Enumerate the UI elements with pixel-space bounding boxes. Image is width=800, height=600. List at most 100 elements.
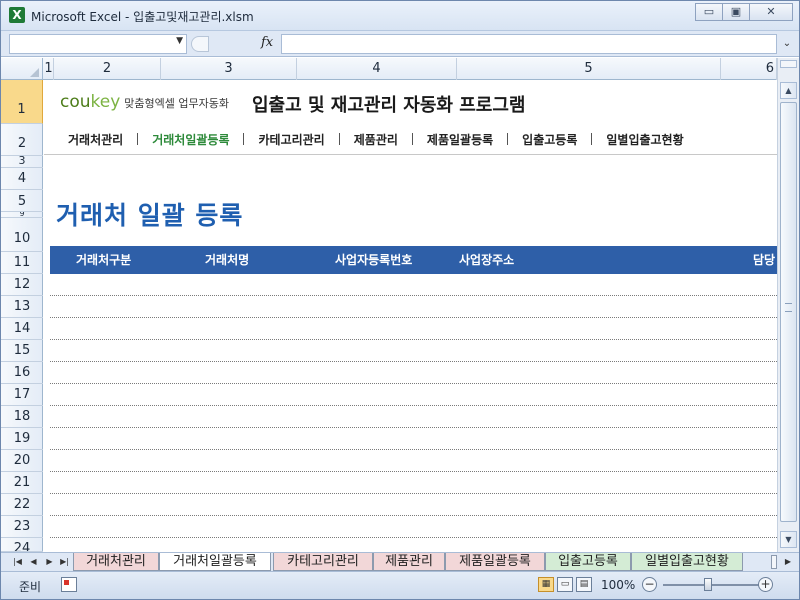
close-button[interactable]: ✕ [749, 3, 793, 21]
menu-category-management[interactable]: 카테고리관리 [258, 131, 324, 148]
column-headers: 1 2 3 4 5 6 [1, 58, 777, 80]
row-header[interactable]: 14 [1, 318, 43, 340]
sheet-tab[interactable]: 입출고등록 [545, 553, 631, 571]
restore-button[interactable]: ▣ [722, 3, 750, 21]
column-header[interactable]: 2 [54, 58, 161, 80]
table-row[interactable] [50, 472, 777, 494]
name-box[interactable]: ▼ [9, 34, 187, 54]
column-header[interactable]: 6 [721, 58, 777, 80]
zoom-slider-thumb[interactable] [704, 578, 712, 591]
row-header[interactable]: 13 [1, 296, 43, 318]
table-row[interactable] [50, 296, 777, 318]
menu-product-management[interactable]: 제품관리 [354, 131, 398, 148]
header-vendor-name[interactable]: 거래처명 [205, 246, 249, 274]
row-header[interactable]: 1 [1, 80, 43, 124]
split-handle[interactable] [780, 60, 797, 68]
table-row[interactable] [50, 318, 777, 340]
menu-separator [243, 133, 245, 145]
normal-view-icon[interactable]: ▦ [538, 577, 554, 592]
row-header[interactable]: 12 [1, 274, 43, 296]
row-header[interactable]: 15 [1, 340, 43, 362]
formula-bar-splitter[interactable] [191, 36, 209, 52]
expand-formula-bar-icon[interactable]: ⌄ [779, 36, 795, 52]
menu-separator [338, 133, 340, 145]
scroll-up-arrow-icon[interactable]: ▲ [780, 82, 797, 99]
row-header[interactable]: 17 [1, 384, 43, 406]
header-vendor-type[interactable]: 거래처구분 [76, 246, 131, 274]
zoom-in-button[interactable]: + [758, 577, 773, 592]
row-header[interactable]: 2 [1, 124, 43, 156]
sheet-tab[interactable]: 거래처관리 [73, 553, 159, 571]
formula-tools: fx [189, 34, 279, 54]
row-header[interactable]: 21 [1, 472, 43, 494]
row-header[interactable]: 10 [1, 218, 43, 252]
sheet-tab[interactable]: 일별입출고현황 [631, 553, 743, 571]
column-header[interactable]: 4 [297, 58, 457, 80]
table-row[interactable] [50, 274, 777, 296]
row-header[interactable]: 22 [1, 494, 43, 516]
last-sheet-icon[interactable]: ▶| [58, 555, 71, 569]
column-header[interactable]: 1 [44, 58, 54, 80]
macro-record-icon[interactable] [61, 577, 77, 592]
sheet-tab[interactable]: 제품관리 [373, 553, 445, 571]
brand-tagline: 맞춤형엑셀 업무자동화 [124, 97, 229, 110]
menu-product-bulk-register[interactable]: 제품일괄등록 [427, 131, 493, 148]
title-bar: X Microsoft Excel - 입출고및재고관리.xlsm ▭ ▣ ✕ [1, 1, 799, 31]
row-header[interactable]: 20 [1, 450, 43, 472]
select-all-corner[interactable] [1, 58, 43, 80]
table-row[interactable] [50, 384, 777, 406]
formula-input[interactable] [281, 34, 777, 54]
sheet-tabs-bar: |◀ ◀ ▶ ▶| 거래처관리 거래처일괄등록 카테고리관리 제품관리 제품일괄… [1, 552, 799, 571]
sheet-tab[interactable]: 카테고리관리 [273, 553, 373, 571]
row-header[interactable]: 18 [1, 406, 43, 428]
coukey-logo: coukey [60, 92, 121, 112]
minimize-button[interactable]: ▭ [695, 3, 723, 21]
column-header[interactable]: 3 [161, 58, 297, 80]
header-contact[interactable]: 담당 [753, 246, 775, 274]
sheet-tab-active[interactable]: 거래처일괄등록 [159, 553, 271, 571]
scroll-down-arrow-icon[interactable]: ▼ [780, 531, 797, 548]
prev-sheet-icon[interactable]: ◀ [27, 555, 40, 569]
row-header[interactable]: 11 [1, 252, 43, 274]
name-box-dropdown-icon[interactable]: ▼ [176, 36, 183, 46]
row-header[interactable]: 19 [1, 428, 43, 450]
excel-app-icon[interactable]: X [9, 7, 25, 23]
sheet-tab[interactable]: 제품일괄등록 [445, 553, 545, 571]
table-row[interactable] [50, 362, 777, 384]
next-sheet-icon[interactable]: ▶ [43, 555, 56, 569]
table-row[interactable] [50, 516, 777, 538]
table-row[interactable] [50, 406, 777, 428]
header-business-address[interactable]: 사업장주소 [459, 246, 514, 274]
page-break-view-icon[interactable]: ▤ [576, 577, 592, 592]
page-layout-view-icon[interactable]: ▭ [557, 577, 573, 592]
row-headers: 1 2 3 4 5 9 10 11 12 13 14 15 16 17 18 1… [1, 80, 43, 552]
tab-scroll-right-icon[interactable]: ▶ [781, 555, 795, 569]
menu-vendor-management[interactable]: 거래처관리 [68, 131, 123, 148]
table-row[interactable] [50, 428, 777, 450]
vertical-scrollbar[interactable]: ▲ ▼ [777, 58, 799, 552]
menu-daily-inout-status[interactable]: 일별입출고현황 [606, 131, 683, 148]
column-header[interactable]: 5 [457, 58, 721, 80]
table-row[interactable] [50, 340, 777, 362]
row-header[interactable]: 24 [1, 538, 43, 552]
menu-separator [411, 133, 413, 145]
worksheet-grid: 1 2 3 4 5 6 1 2 3 4 5 9 10 11 12 13 14 1… [1, 58, 777, 552]
menu-separator [591, 133, 593, 145]
row-header[interactable]: 4 [1, 168, 43, 190]
row-header[interactable]: 23 [1, 516, 43, 538]
header-business-number[interactable]: 사업자등록번호 [335, 246, 412, 274]
tab-split-handle[interactable] [771, 555, 777, 569]
menu-vendor-bulk-register[interactable]: 거래처일괄등록 [152, 131, 229, 148]
zoom-level[interactable]: 100% [601, 578, 635, 592]
row-header[interactable]: 5 [1, 190, 43, 212]
scroll-thumb[interactable] [780, 102, 797, 522]
row-header[interactable]: 3 [1, 155, 43, 168]
row-header[interactable]: 16 [1, 362, 43, 384]
first-sheet-icon[interactable]: |◀ [11, 555, 24, 569]
formula-bar: ▼ fx ⌄ [1, 31, 799, 57]
menu-inout-register[interactable]: 입출고등록 [522, 131, 577, 148]
table-row[interactable] [50, 494, 777, 516]
zoom-out-button[interactable]: − [642, 577, 657, 592]
table-row[interactable] [50, 450, 777, 472]
insert-function-button[interactable]: fx [261, 35, 273, 50]
